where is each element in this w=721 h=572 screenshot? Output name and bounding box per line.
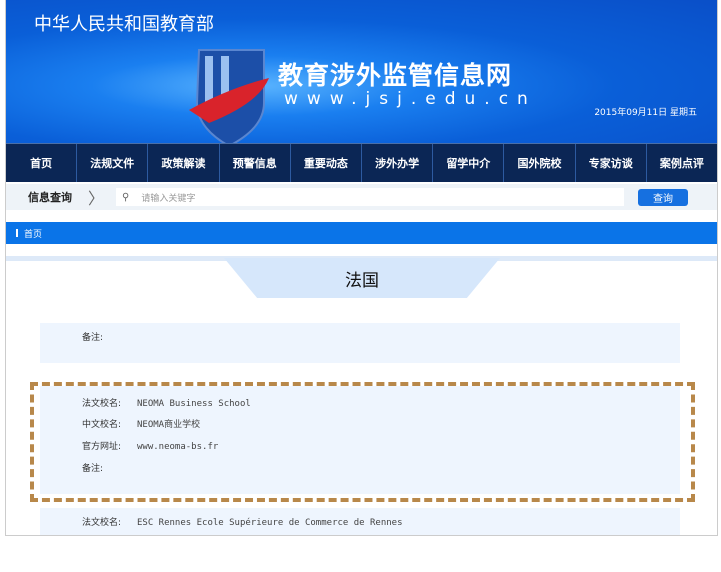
nav-item-regulations[interactable]: 法规文件 [77, 144, 149, 182]
nav-item-foreign-schools-ops[interactable]: 涉外办学 [362, 144, 434, 182]
country-title: 法国 [224, 258, 500, 298]
header-banner: 中华人民共和国教育部 教育涉外监管信息网 www.jsj.edu.cn 2015… [6, 0, 717, 148]
search-button[interactable]: 查询 [638, 188, 689, 206]
school-entry: 法文校名: ESC Rennes Ecole Supérieure de Comm… [40, 508, 680, 535]
highlight-box [30, 382, 695, 502]
search-placeholder: 请输入关键字 [141, 193, 196, 204]
nav-item-warnings[interactable]: 预警信息 [220, 144, 291, 182]
nav-item-cases[interactable]: 案例点评 [647, 144, 717, 182]
nav-item-home[interactable]: 首页 [6, 144, 78, 182]
main-nav: 首页 法规文件 政策解读 预警信息 重要动态 涉外办学 留学中介 国外院校 专家… [6, 143, 717, 182]
fr-name-value: ESC Rennes Ecole Supérieure de Commerce … [137, 518, 403, 528]
site-logo-icon [189, 49, 269, 148]
school-entry: 备注: [40, 323, 680, 363]
site-url: www.jsj.edu.cn [284, 89, 537, 109]
chevron-right-icon: 〉 [88, 189, 105, 208]
search-input[interactable]: ⚲ 请输入关键字 [116, 188, 625, 206]
nav-item-interviews[interactable]: 专家访谈 [576, 144, 647, 182]
ministry-name: 中华人民共和国教育部 [34, 14, 214, 35]
search-bar: 信息查询 〉 ⚲ 请输入关键字 查询 [6, 184, 717, 210]
search-label: 信息查询 [28, 191, 72, 204]
breadcrumb-marker [16, 229, 18, 237]
nav-item-policy[interactable]: 政策解读 [148, 144, 220, 182]
page: 中华人民共和国教育部 教育涉外监管信息网 www.jsj.edu.cn 2015… [5, 0, 718, 536]
nav-item-foreign-institutions[interactable]: 国外院校 [504, 144, 576, 182]
current-date: 2015年09月11日 星期五 [594, 108, 697, 118]
search-icon: ⚲ [122, 191, 130, 203]
fr-name-label: 法文校名: [82, 518, 122, 528]
breadcrumb: 首页 [6, 222, 717, 244]
nav-item-news[interactable]: 重要动态 [291, 144, 363, 182]
site-title: 教育涉外监管信息网 [278, 61, 513, 90]
nav-item-agencies[interactable]: 留学中介 [433, 144, 505, 182]
remark-label: 备注: [82, 333, 104, 343]
breadcrumb-home[interactable]: 首页 [24, 227, 42, 240]
